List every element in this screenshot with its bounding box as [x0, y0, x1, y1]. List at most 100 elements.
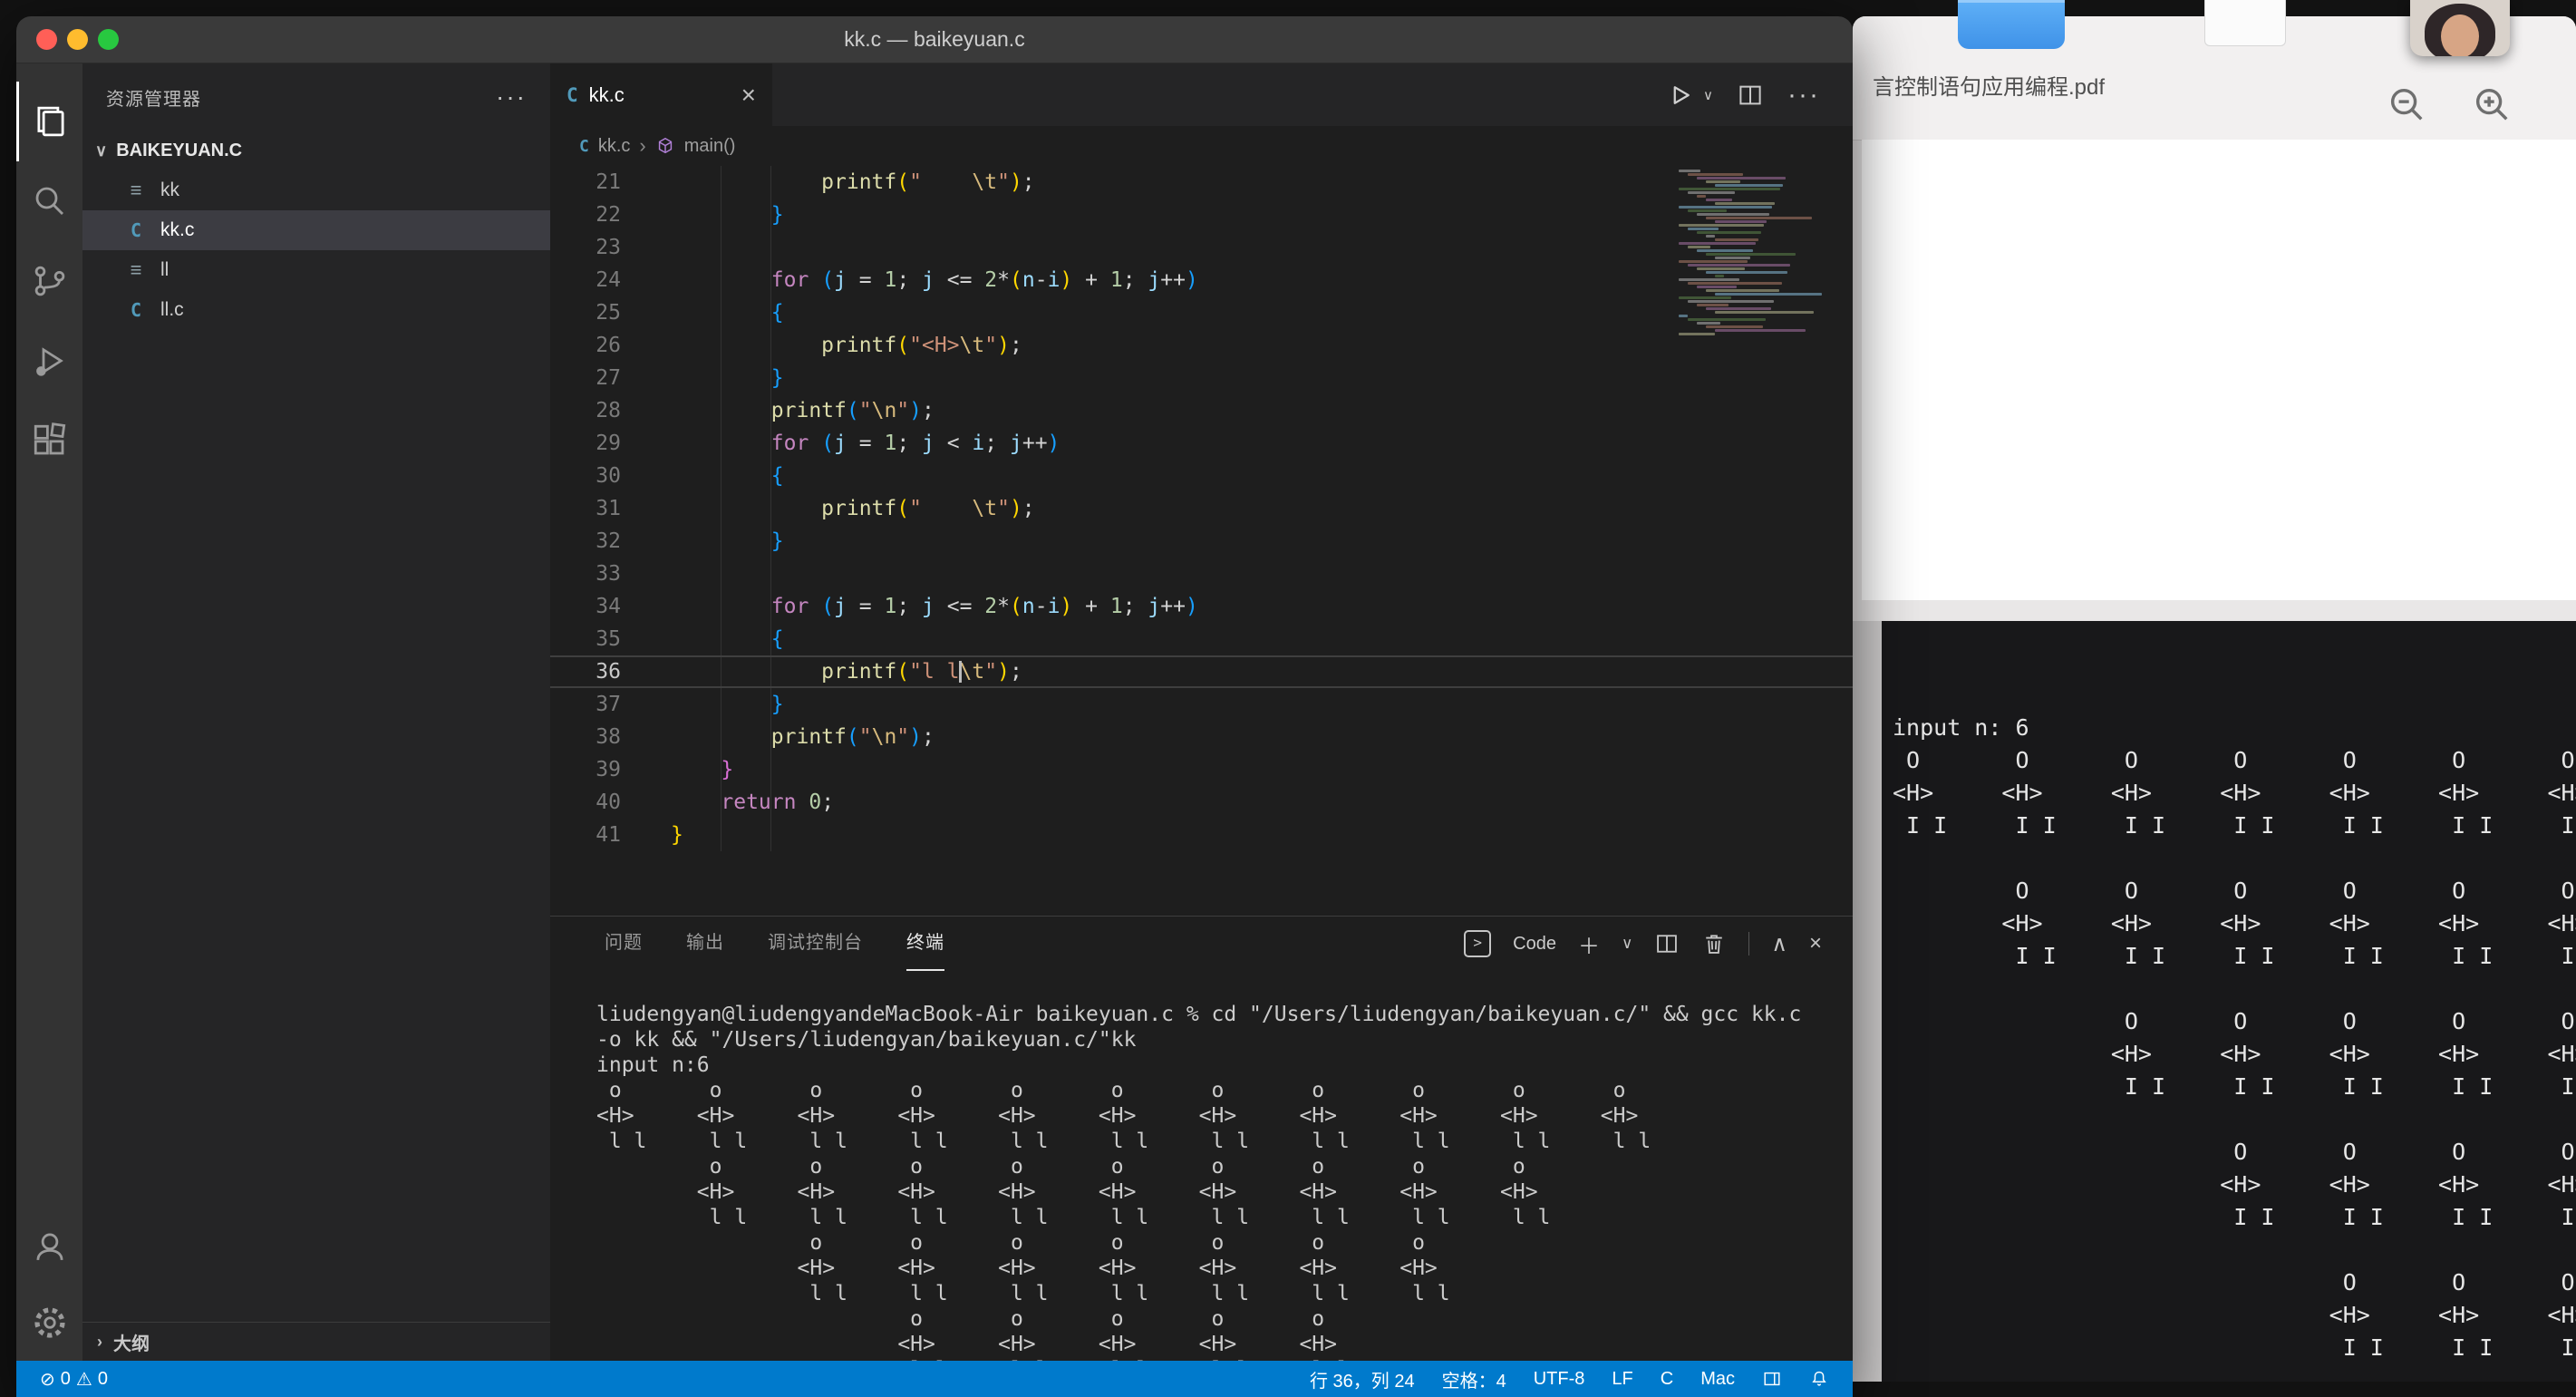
terminal-output-text[interactable]: liudengyan@liudengyandeMacBook-Air baike…: [596, 1002, 1801, 1361]
status-item-5[interactable]: Mac: [1700, 1369, 1735, 1390]
minimap-line: [1697, 177, 1786, 179]
code-line-33[interactable]: 33: [550, 558, 1853, 590]
zoom-in-icon[interactable]: [2471, 83, 2513, 125]
code-line-31[interactable]: 31 printf(" \t");: [550, 492, 1853, 525]
line-number[interactable]: 26: [550, 329, 621, 362]
desktop-folder-icon[interactable]: [1958, 0, 2065, 49]
line-number[interactable]: 23: [550, 231, 621, 264]
line-number[interactable]: 37: [550, 688, 621, 721]
settings-gear-icon[interactable]: [16, 1285, 82, 1361]
code-line-24[interactable]: 24 for (j = 1; j <= 2*(n-i) + 1; j++): [550, 264, 1853, 296]
workspace-section[interactable]: ∨ BAIKEYUAN.C: [82, 131, 550, 170]
titlebar[interactable]: kk.c — baikeyuan.c: [16, 16, 1853, 63]
status-item-2[interactable]: UTF-8: [1534, 1369, 1585, 1390]
line-number[interactable]: 29: [550, 427, 621, 460]
line-number[interactable]: 25: [550, 296, 621, 329]
code-line-41[interactable]: 41}: [550, 819, 1853, 851]
code-editor[interactable]: 21 printf(" \t"); 22 } 23 24 for (j = 1; j …: [550, 166, 1853, 901]
breadcrumb[interactable]: C kk.c › main(): [550, 126, 1853, 166]
code-line-27[interactable]: 27 }: [550, 362, 1853, 394]
code-line-38[interactable]: 38 printf("\n");: [550, 721, 1853, 753]
sidebar-more-icon[interactable]: ···: [496, 82, 527, 112]
problems-status[interactable]: ⊘ 0 ⚠ 0: [40, 1368, 108, 1391]
close-tab-icon[interactable]: ×: [741, 82, 756, 108]
line-number[interactable]: 33: [550, 558, 621, 590]
workspace-name: BAIKEYUAN.C: [116, 140, 243, 160]
file-item-kk[interactable]: ≡ kk: [82, 170, 550, 210]
status-item-0[interactable]: 行 36，列 24: [1310, 1366, 1415, 1392]
code-line-21[interactable]: 21 printf(" \t");: [550, 166, 1853, 199]
split-editor-icon[interactable]: [1737, 82, 1764, 109]
kill-terminal-trash-icon[interactable]: [1701, 931, 1727, 956]
editor-more-icon[interactable]: ···: [1787, 80, 1820, 111]
panel-tab-3[interactable]: 终端: [906, 917, 944, 971]
line-number[interactable]: 40: [550, 786, 621, 819]
panel-tab-2[interactable]: 调试控制台: [768, 917, 863, 969]
outline-section[interactable]: › 大纲: [82, 1322, 550, 1361]
line-number[interactable]: 35: [550, 623, 621, 655]
panel-tab-1[interactable]: 输出: [686, 917, 724, 969]
line-number[interactable]: 27: [550, 362, 621, 394]
file-item-ll[interactable]: ≡ ll: [82, 250, 550, 290]
code-line-34[interactable]: 34 for (j = 1; j <= 2*(n-i) + 1; j++): [550, 590, 1853, 623]
line-number[interactable]: 41: [550, 819, 621, 851]
line-number[interactable]: 24: [550, 264, 621, 296]
panel-tab-0[interactable]: 问题: [605, 917, 643, 969]
status-item-1[interactable]: 空格：4: [1442, 1366, 1506, 1392]
terminal-dropdown-icon[interactable]: ∨: [1622, 935, 1632, 953]
code-line-25[interactable]: 25 {: [550, 296, 1853, 329]
zoom-out-icon[interactable]: [2386, 83, 2427, 125]
line-number[interactable]: 28: [550, 394, 621, 427]
line-number[interactable]: 21: [550, 166, 621, 199]
breadcrumb-symbol[interactable]: main(): [684, 136, 736, 157]
breadcrumb-file[interactable]: kk.c: [598, 136, 631, 157]
line-text: return 0;: [721, 791, 835, 814]
status-item-3[interactable]: LF: [1612, 1369, 1632, 1390]
code-line-26[interactable]: 26 printf("<H>\t");: [550, 329, 1853, 362]
search-icon[interactable]: [16, 161, 82, 241]
code-line-32[interactable]: 32 }: [550, 525, 1853, 558]
notifications-bell-icon[interactable]: [1809, 1369, 1829, 1389]
c-file-icon: C: [130, 299, 142, 321]
code-line-36[interactable]: 36 printf("l l\t");: [550, 655, 1853, 688]
line-text: }: [770, 203, 784, 227]
run-debug-icon[interactable]: [16, 321, 82, 401]
file-item-kk-c[interactable]: Ckk.c: [82, 210, 550, 250]
close-panel-icon[interactable]: ×: [1809, 931, 1822, 956]
code-line-22[interactable]: 22 }: [550, 199, 1853, 231]
code-line-40[interactable]: 40 return 0;: [550, 786, 1853, 819]
source-control-icon[interactable]: [16, 241, 82, 321]
code-line-39[interactable]: 39 }: [550, 753, 1853, 786]
account-icon[interactable]: [16, 1208, 82, 1285]
new-terminal-icon[interactable]: ＋: [1578, 928, 1600, 960]
minimap-line: [1697, 322, 1720, 325]
run-dropdown-icon[interactable]: ∨: [1703, 87, 1713, 103]
line-number[interactable]: 32: [550, 525, 621, 558]
explorer-icon[interactable]: [16, 82, 82, 161]
code-line-30[interactable]: 30 {: [550, 460, 1853, 492]
tab-kkc[interactable]: C kk.c ×: [550, 63, 772, 126]
line-number[interactable]: 39: [550, 753, 621, 786]
minimap[interactable]: [1679, 170, 1829, 336]
code-line-29[interactable]: 29 for (j = 1; j < i; j++): [550, 427, 1853, 460]
terminal-profile-label[interactable]: Code: [1513, 934, 1556, 955]
minimap-line: [1688, 264, 1790, 267]
extensions-icon[interactable]: [16, 401, 82, 480]
code-line-23[interactable]: 23: [550, 231, 1853, 264]
split-terminal-icon[interactable]: [1654, 931, 1680, 956]
line-number[interactable]: 31: [550, 492, 621, 525]
desktop-document-icon[interactable]: [2204, 0, 2286, 46]
line-number[interactable]: 34: [550, 590, 621, 623]
maximize-panel-icon[interactable]: ∧: [1771, 931, 1787, 957]
code-line-37[interactable]: 37 }: [550, 688, 1853, 721]
line-number[interactable]: 22: [550, 199, 621, 231]
code-line-35[interactable]: 35 {: [550, 623, 1853, 655]
editor-layout-icon[interactable]: [1762, 1369, 1782, 1389]
line-number[interactable]: 38: [550, 721, 621, 753]
line-number[interactable]: 30: [550, 460, 621, 492]
file-item-ll-c[interactable]: Cll.c: [82, 290, 550, 330]
run-file-icon[interactable]: [1667, 82, 1694, 109]
status-item-4[interactable]: C: [1661, 1369, 1673, 1390]
line-number[interactable]: 36: [550, 657, 621, 686]
code-line-28[interactable]: 28 printf("\n");: [550, 394, 1853, 427]
